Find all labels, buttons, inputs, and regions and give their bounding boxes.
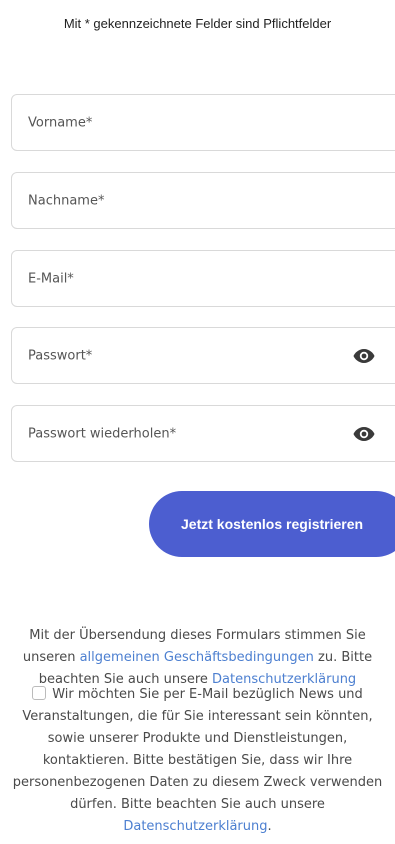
email-input[interactable] <box>12 251 395 306</box>
email-field[interactable]: E-Mail* <box>11 250 395 307</box>
password-input[interactable] <box>12 328 395 383</box>
eye-icon[interactable] <box>352 422 376 446</box>
consent-text-end: . <box>267 819 272 834</box>
password-field[interactable]: Passwort* <box>11 327 395 384</box>
password-repeat-field[interactable]: Passwort wiederholen* <box>11 405 395 462</box>
password-repeat-input[interactable] <box>12 406 395 461</box>
terms-notice: Mit der Übersendung dieses Formulars sti… <box>0 625 395 691</box>
register-button-label: Jetzt kostenlos registrieren <box>181 516 364 532</box>
required-fields-note: Mit * gekennzeichnete Felder sind Pflich… <box>63 16 332 31</box>
register-button[interactable]: Jetzt kostenlos registrieren <box>149 491 395 557</box>
consent-text: Wir möchten Sie per E-Mail bezüglich New… <box>12 687 383 812</box>
marketing-consent: Wir möchten Sie per E-Mail bezüglich New… <box>0 684 395 838</box>
consent-privacy-link[interactable]: Datenschutzerklärung <box>123 819 267 834</box>
consent-checkbox[interactable] <box>32 686 47 700</box>
last-name-field[interactable]: Nachname* <box>11 172 395 229</box>
last-name-input[interactable] <box>12 173 395 228</box>
terms-link[interactable]: allgemeinen Geschäftsbedingungen <box>80 650 314 665</box>
first-name-input[interactable] <box>12 95 395 150</box>
first-name-field[interactable]: Vorname* <box>11 94 395 151</box>
eye-icon[interactable] <box>352 344 376 368</box>
